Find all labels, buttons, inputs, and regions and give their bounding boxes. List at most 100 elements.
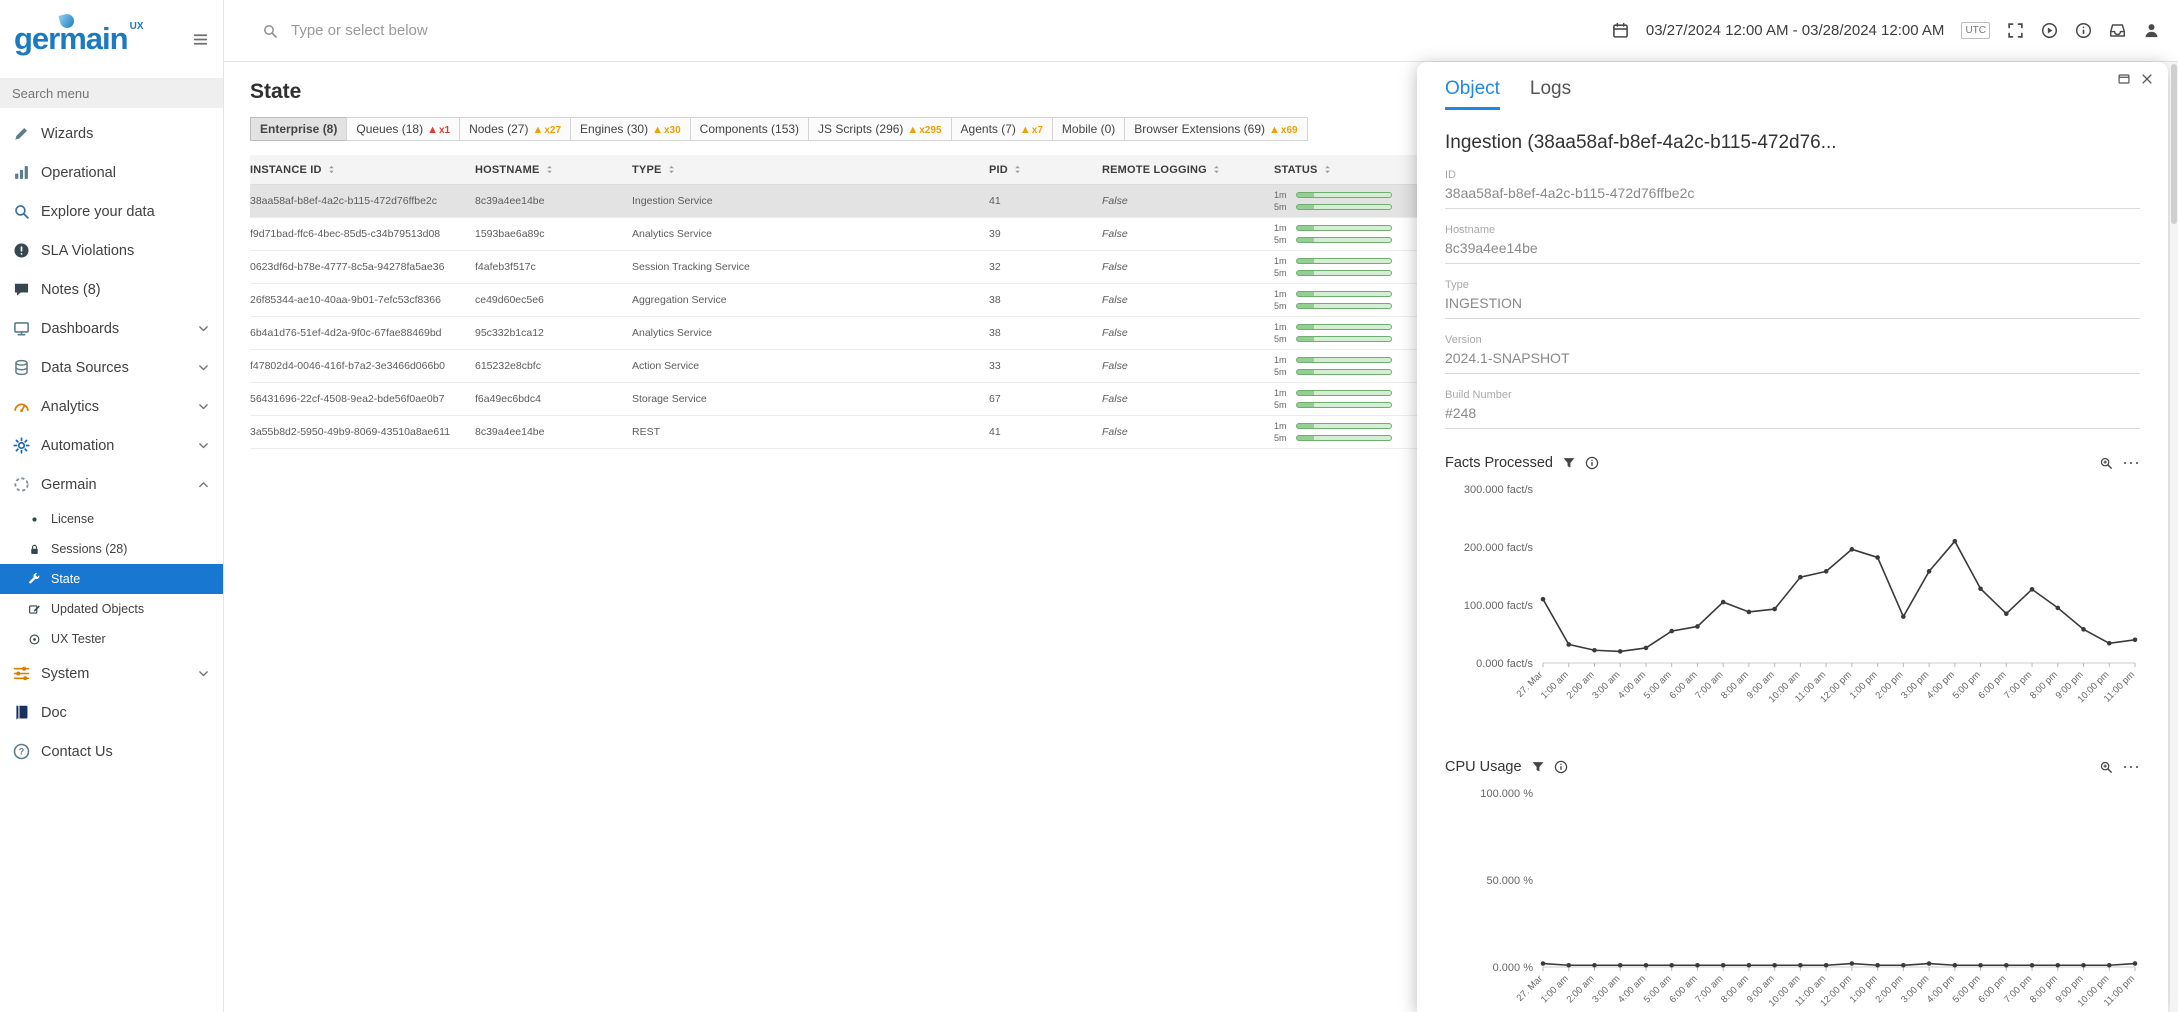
page-scrollbar[interactable] xyxy=(2170,62,2178,1012)
filter-icon[interactable] xyxy=(1562,456,1576,470)
cell-pid: 32 xyxy=(989,261,1102,273)
table-row[interactable]: 6b4a1d76-51ef-4d2a-9f0c-67fae88469bd95c3… xyxy=(250,317,1540,350)
global-search-input[interactable] xyxy=(291,22,1612,39)
zoom-icon[interactable] xyxy=(2099,456,2113,470)
menu-search-input[interactable] xyxy=(0,78,223,108)
close-icon[interactable] xyxy=(2140,72,2154,86)
cell-pid: 67 xyxy=(989,393,1102,405)
chevron-down-icon xyxy=(197,667,210,680)
sidebar-item-license[interactable]: License xyxy=(0,504,223,534)
sort-icon xyxy=(1211,164,1222,175)
popout-icon[interactable] xyxy=(2117,72,2131,86)
sidebar-item-analytics[interactable]: Analytics xyxy=(0,387,223,426)
timezone-badge[interactable]: UTC xyxy=(1961,22,1990,39)
tab-logs[interactable]: Logs xyxy=(1530,78,1571,110)
field-version: Version2024.1-SNAPSHOT xyxy=(1445,334,2140,374)
filter-tab-mobile-0[interactable]: Mobile (0) xyxy=(1052,117,1125,141)
more-options-icon[interactable]: ⋯ xyxy=(2122,763,2140,771)
filter-tab-engines-30[interactable]: Engines (30)▲x30 xyxy=(570,117,691,141)
table-row[interactable]: 38aa58af-b8ef-4a2c-b115-472d76ffbe2c8c39… xyxy=(250,185,1540,218)
filter-tab-agents-7[interactable]: Agents (7)▲x7 xyxy=(951,117,1053,141)
column-header-type[interactable]: TYPE xyxy=(632,164,989,176)
status-bar xyxy=(1296,390,1392,396)
sidebar-nav: WizardsOperationalExplore your data SLA V… xyxy=(0,108,223,771)
zoom-icon[interactable] xyxy=(2099,760,2113,774)
filter-tab-browser-extensions-69[interactable]: Browser Extensions (69)▲x69 xyxy=(1124,117,1307,141)
play-icon[interactable] xyxy=(2041,22,2058,39)
chart-info-icon[interactable] xyxy=(1585,456,1599,470)
svg-text:4:00 am: 4:00 am xyxy=(1616,669,1648,701)
svg-text:7:00 pm: 7:00 pm xyxy=(2002,669,2034,701)
cell-instance-id: 0623df6d-b78e-4777-8c5a-94278fa5ae36 xyxy=(250,261,475,273)
sidebar-item-state[interactable]: State xyxy=(0,564,223,594)
sidebar-item-doc[interactable]: Doc xyxy=(0,693,223,732)
svg-text:50.000 %: 50.000 % xyxy=(1487,875,1534,887)
state-icon xyxy=(28,573,41,586)
sidebar-item-operational[interactable]: Operational xyxy=(0,153,223,192)
column-header-remote-logging[interactable]: REMOTE LOGGING xyxy=(1102,164,1274,176)
sidebar-item-sla-violations[interactable]: SLA Violations xyxy=(0,231,223,270)
chart-info-icon[interactable] xyxy=(1554,760,1568,774)
sidebar-item-contact-us[interactable]: ?Contact Us xyxy=(0,732,223,771)
sidebar-item-automation[interactable]: Automation xyxy=(0,426,223,465)
status-bar xyxy=(1296,357,1392,363)
filter-tab-js-scripts-296[interactable]: JS Scripts (296)▲x295 xyxy=(808,117,952,141)
sidebar-item-label: System xyxy=(41,666,89,682)
table-row[interactable]: f9d71bad-ffc6-4bec-85d5-c34b79513d081593… xyxy=(250,218,1540,251)
germain-logo[interactable]: germainUX xyxy=(14,21,144,57)
sidebar-item-ux-tester[interactable]: UX Tester xyxy=(0,624,223,654)
table-row[interactable]: 0623df6d-b78e-4777-8c5a-94278fa5ae36f4af… xyxy=(250,251,1540,284)
sidebar-item-data-sources[interactable]: Data Sources xyxy=(0,348,223,387)
sidebar-item-notes-8[interactable]: Notes (8) xyxy=(0,270,223,309)
table-row[interactable]: 56431696-22cf-4508-9ea2-bde56f0ae0b7f6a4… xyxy=(250,383,1540,416)
table-row[interactable]: 26f85344-ae10-40aa-9b01-7efc53cf8366ce49… xyxy=(250,284,1540,317)
filter-tab-nodes-27[interactable]: Nodes (27)▲x27 xyxy=(459,117,571,141)
column-header-instance-id[interactable]: INSTANCE ID xyxy=(250,164,475,176)
filter-icon[interactable] xyxy=(1531,760,1545,774)
status-bar-label: 1m xyxy=(1274,223,1290,233)
sidebar-item-updated-objects[interactable]: Updated Objects xyxy=(0,594,223,624)
cell-instance-id: f9d71bad-ffc6-4bec-85d5-c34b79513d08 xyxy=(250,228,475,240)
sidebar-item-dashboards[interactable]: Dashboards xyxy=(0,309,223,348)
field-build-number: Build Number#248 xyxy=(1445,389,2140,429)
svg-text:1:00 pm: 1:00 pm xyxy=(1848,669,1880,701)
column-header-pid[interactable]: PID xyxy=(989,164,1102,176)
object-title: Ingestion (38aa58af-b8ef-4a2c-b115-472d7… xyxy=(1445,132,2140,154)
svg-text:?: ? xyxy=(19,747,25,757)
date-range-picker[interactable]: 03/27/2024 12:00 AM - 03/28/2024 12:00 A… xyxy=(1646,22,1945,39)
filter-tab-enterprise-8[interactable]: Enterprise (8) xyxy=(250,117,347,141)
svg-text:5:00 pm: 5:00 pm xyxy=(1951,669,1983,701)
status-bar-label: 5m xyxy=(1274,235,1290,245)
sidebar-item-system[interactable]: System xyxy=(0,654,223,693)
menu-toggle-icon[interactable] xyxy=(192,31,209,48)
sidebar-item-label: SLA Violations xyxy=(41,243,134,259)
system-icon xyxy=(13,665,30,682)
bar-chart-icon xyxy=(13,164,30,181)
chart-header: Facts Processed ⋯ xyxy=(1445,455,2140,471)
status-bar xyxy=(1296,435,1392,441)
warning-icon: ▲x7 xyxy=(1020,124,1043,136)
table-row[interactable]: f47802d4-0046-416f-b7a2-3e3466d066b06152… xyxy=(250,350,1540,383)
sidebar-item-wizards[interactable]: Wizards xyxy=(0,114,223,153)
sidebar-item-sessions-28[interactable]: Sessions (28) xyxy=(0,534,223,564)
info-icon[interactable] xyxy=(2075,22,2092,39)
status-bar-label: 5m xyxy=(1274,268,1290,278)
column-header-hostname[interactable]: HOSTNAME xyxy=(475,164,632,176)
tab-object[interactable]: Object xyxy=(1445,78,1500,110)
more-options-icon[interactable]: ⋯ xyxy=(2122,459,2140,467)
filter-tab-components-153[interactable]: Components (153) xyxy=(690,117,809,141)
user-icon[interactable] xyxy=(2143,22,2160,39)
sidebar-item-explore-your-data[interactable]: Explore your data xyxy=(0,192,223,231)
filter-tab-queues-18[interactable]: Queues (18)▲x1 xyxy=(346,117,460,141)
cell-hostname: ce49d60ec5e6 xyxy=(475,294,632,306)
scrollbar-thumb[interactable] xyxy=(2171,64,2177,224)
calendar-icon[interactable] xyxy=(1612,22,1629,39)
sidebar-item-germain[interactable]: Germain xyxy=(0,465,223,504)
table-row[interactable]: 3a55b8d2-5950-49b9-8069-43510a8ae6118c39… xyxy=(250,416,1540,449)
status-bar-label: 1m xyxy=(1274,388,1290,398)
status-bar-label: 5m xyxy=(1274,367,1290,377)
notifications-icon[interactable] xyxy=(2109,22,2126,39)
fullscreen-icon[interactable] xyxy=(2007,22,2024,39)
chevron-down-icon xyxy=(197,439,210,452)
cell-type: Analytics Service xyxy=(632,228,989,240)
